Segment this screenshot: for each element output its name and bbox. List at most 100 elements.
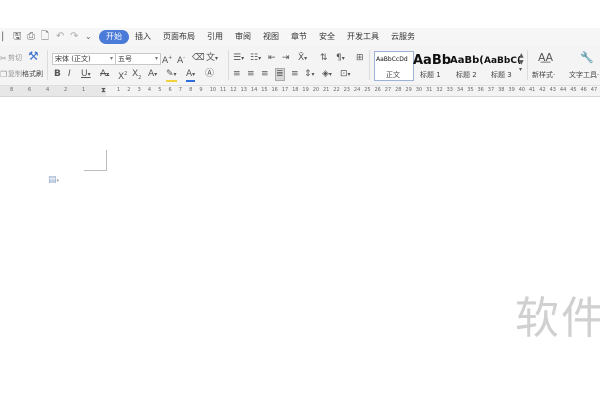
divider [228, 50, 229, 80]
ruler-number: 7 [178, 87, 182, 93]
tab-home[interactable]: 开始 [99, 30, 129, 44]
ruler-number: 26 [374, 87, 381, 93]
print-icon[interactable]: ⎙ [27, 31, 35, 43]
ruler-number: 6 [168, 87, 172, 93]
text-effect-icon[interactable]: A▾ [148, 69, 157, 80]
char-border-icon[interactable]: Ⓐ [205, 69, 214, 80]
ruler-number: 23 [343, 87, 350, 93]
horizontal-ruler[interactable]: ⧗ 8 6 4 2 1 1 2 3 4 5 6 7 8 9 10 11 12 13 14 15 16 17 18 19 20 21… [0, 86, 600, 97]
ruler-number: 16 [271, 87, 278, 93]
tab-references[interactable]: 引用 [201, 31, 229, 43]
bold-icon[interactable]: B [54, 69, 61, 80]
distributed-icon[interactable]: ≡ [291, 69, 299, 80]
copy-icon[interactable]: ❐ [0, 69, 7, 80]
tab-insert[interactable]: 插入 [129, 31, 157, 43]
style-heading3-sample[interactable]: AaBbC( [484, 56, 521, 66]
cut-icon[interactable]: ✂ [0, 53, 7, 64]
align-center-icon[interactable]: ≡ [247, 69, 255, 80]
format-painter-button[interactable]: 格式刷 [22, 70, 43, 79]
margin-corner-mark [84, 170, 106, 171]
justify-icon[interactable]: ≣ [275, 68, 285, 81]
ruler-number: 2 [64, 87, 68, 93]
ruler-number: 39 [508, 87, 515, 93]
subscript-icon[interactable]: X2 [132, 69, 141, 84]
shrink-font-icon[interactable]: A- [177, 53, 185, 67]
line-spacing-icon[interactable]: ⇕▾ [304, 69, 315, 80]
tab-developer[interactable]: 开发工具 [341, 31, 385, 43]
quick-access-dropdown-icon[interactable]: ⌄ [85, 31, 92, 43]
underline-icon[interactable]: U▾ [81, 69, 91, 80]
tab-section[interactable]: 章节 [285, 31, 313, 43]
ruler-number: 34 [456, 87, 464, 93]
style-heading3-label[interactable]: 标题 3 [491, 71, 512, 80]
superscript-icon[interactable]: X2 [118, 69, 127, 83]
show-marks-icon[interactable]: ¶▾ [336, 53, 345, 64]
bullets-icon[interactable]: ☰▾ [233, 53, 244, 64]
style-heading2-label[interactable]: 标题 2 [456, 71, 477, 80]
numbering-icon[interactable]: ☷▾ [250, 53, 261, 64]
ruler-number: 41 [529, 87, 536, 93]
ruler-number: 5 [158, 87, 162, 93]
indent-marker-icon[interactable]: ⧗ [101, 86, 106, 94]
italic-icon[interactable]: I [68, 69, 71, 80]
ruler-number: 1 [82, 87, 86, 93]
new-style-button[interactable]: 新样式· [532, 71, 555, 80]
chinese-layout-icon[interactable]: X̄▾ [298, 53, 307, 64]
ruler-number: 33 [446, 87, 453, 93]
ruler-number: 3 [137, 87, 141, 93]
ruler-number: 20 [312, 87, 320, 93]
phonetic-guide-icon[interactable]: 文▾ [206, 53, 218, 64]
app-menu-icon[interactable]: | [1, 31, 4, 43]
ruler-number: 13 [240, 87, 247, 93]
chevron-down-icon: ▾ [109, 55, 113, 62]
wrench-icon[interactable]: 🔧 [580, 52, 594, 63]
styles-scroll-icon[interactable]: ▲ ▼ ▾ [519, 52, 524, 73]
borders-icon[interactable]: ⊡▾ [340, 69, 351, 80]
align-left-icon[interactable]: ≡ [233, 69, 241, 80]
strikethrough-icon[interactable]: A▾ [100, 69, 109, 80]
align-right-icon[interactable]: ≡ [261, 69, 269, 80]
style-heading2-sample[interactable]: AaBb( [450, 55, 484, 66]
font-family-select[interactable]: 宋体 (正文) ▾ [52, 53, 116, 65]
table-grid-icon[interactable]: ⊞ [356, 53, 364, 64]
ruler-number: 38 [498, 87, 505, 93]
tab-view[interactable]: 视图 [257, 31, 285, 43]
font-size-select[interactable]: 五号 ▾ [115, 53, 161, 65]
highlight-icon[interactable]: ✎▾ [166, 69, 177, 82]
grow-font-icon[interactable]: A+ [162, 53, 172, 67]
ruler-number: 29 [405, 87, 412, 93]
save-icon[interactable]: 🖫 [13, 31, 22, 43]
undo-icon[interactable]: ↶ [56, 31, 64, 43]
ruler-number: 6 [28, 87, 32, 93]
new-style-icon[interactable]: A͟A [538, 52, 553, 63]
copy-button[interactable]: 复制 [8, 70, 22, 79]
ruler-number: 46 [580, 87, 587, 93]
style-normal-label: 正文 [386, 71, 400, 79]
ruler-number: 31 [426, 87, 433, 93]
text-tools-button[interactable]: 文字工具· [569, 71, 599, 80]
ribbon [0, 46, 600, 86]
tab-review[interactable]: 审阅 [229, 31, 257, 43]
cut-button[interactable]: 剪切 [8, 54, 22, 63]
paragraph-options-icon[interactable]: ▤▾ [48, 175, 59, 185]
style-heading1-sample[interactable]: AaBb [413, 53, 451, 68]
document-page[interactable] [0, 97, 600, 400]
ruler-number: 4 [147, 87, 152, 93]
print-preview-icon[interactable]: 🗋 [41, 31, 49, 43]
menu-tabs: 开始 插入 页面布局 引用 审阅 视图 章节 安全 开发工具 云服务 [99, 28, 421, 46]
decrease-indent-icon[interactable]: ⇤ [268, 53, 276, 64]
increase-indent-icon[interactable]: ⇥ [282, 53, 290, 64]
tab-security[interactable]: 安全 [313, 31, 341, 43]
ruler-number: 1 [117, 87, 121, 93]
sort-icon[interactable]: ⇅ [320, 53, 328, 64]
tab-page-layout[interactable]: 页面布局 [157, 31, 201, 43]
clear-format-icon[interactable]: ⌫ [192, 53, 205, 64]
ruler-number: 24 [353, 87, 361, 93]
redo-icon[interactable]: ↷ [70, 31, 78, 43]
style-heading1-label[interactable]: 标题 1 [420, 71, 441, 80]
font-color-icon[interactable]: A▾ [186, 69, 196, 82]
format-painter-icon[interactable]: ⚒ [28, 50, 39, 62]
font-family-value: 宋体 (正文) [55, 55, 91, 63]
tab-cloud[interactable]: 云服务 [385, 31, 421, 43]
shading-icon[interactable]: ◈▾ [322, 69, 332, 80]
